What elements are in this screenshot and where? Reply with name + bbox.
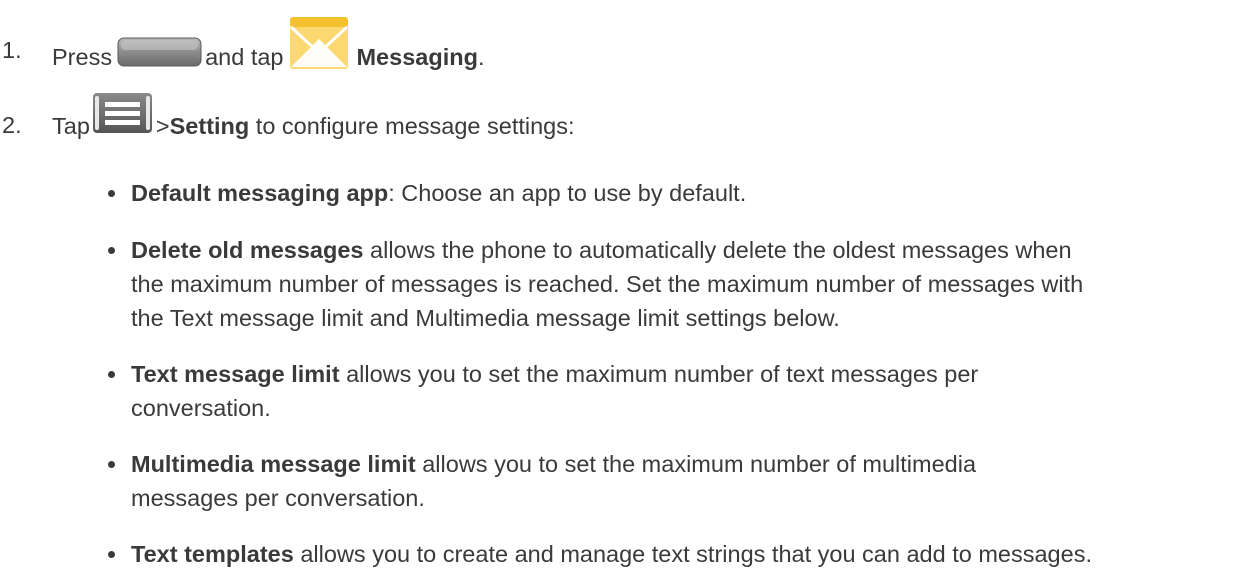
bullet-icon <box>108 190 115 197</box>
setting-item-multimedia-message-limit: Multimedia message limit allows you to s… <box>108 447 1253 515</box>
bullet-icon <box>108 461 115 468</box>
setting-term: Delete old messages <box>131 237 364 263</box>
setting-label: Setting <box>169 112 250 139</box>
setting-line: Default messaging app: Choose an app to … <box>131 176 1253 210</box>
messaging-label: Messaging <box>356 43 478 70</box>
setting-item-delete-old-messages: Delete old messages allows the phone to … <box>108 233 1253 335</box>
setting-line: Delete old messages allows the phone to … <box>131 233 1253 267</box>
setting-term: Multimedia message limit <box>131 451 416 477</box>
setting-item-text-templates: Text templates allows you to create and … <box>108 537 1253 571</box>
setting-line: the maximum number of messages is reache… <box>131 271 1084 297</box>
gt-symbol: > <box>155 112 170 139</box>
bullet-icon <box>108 371 115 378</box>
setting-line: Text message limit allows you to set the… <box>131 357 1253 391</box>
press-label: Press <box>52 43 113 70</box>
menu-key-icon <box>92 92 153 143</box>
and-tap-label: and tap <box>205 43 284 70</box>
bullet-icon <box>108 247 115 254</box>
setting-line: messages per conversation. <box>131 485 425 511</box>
setting-line: Text templates allows you to create and … <box>131 537 1253 571</box>
setting-term: Default messaging app <box>131 180 389 206</box>
setting-term: Text message limit <box>131 361 340 387</box>
setting-body: Multimedia message limit allows you to s… <box>131 447 1253 515</box>
setting-line: Multimedia message limit allows you to s… <box>131 447 1253 481</box>
setting-body: Text templates allows you to create and … <box>131 537 1253 571</box>
period: . <box>477 43 485 70</box>
step-2-rest: to configure message settings: <box>249 112 575 139</box>
setting-line: the Text message limit and Multimedia me… <box>131 305 840 331</box>
messaging-envelope-icon <box>289 13 349 80</box>
step-1-text: Press and tap Messaging . <box>52 17 485 80</box>
setting-term: Text templates <box>131 541 294 567</box>
setting-body: Text message limit allows you to set the… <box>131 357 1253 425</box>
setting-body: Default messaging app: Choose an app to … <box>131 176 1253 210</box>
step-number: 2. <box>2 112 22 138</box>
setting-desc: : Choose an app to use by default. <box>388 180 747 206</box>
home-key-icon <box>117 37 202 76</box>
bullet-icon <box>108 551 115 558</box>
setting-item-text-message-limit: Text message limit allows you to set the… <box>108 357 1253 425</box>
setting-desc: allows you to set the maximum number of … <box>339 361 979 387</box>
step-number: 1. <box>2 37 22 63</box>
setting-body: Delete old messages allows the phone to … <box>131 233 1253 335</box>
setting-desc: allows you to set the maximum number of … <box>415 451 977 477</box>
setting-line: conversation. <box>131 395 271 421</box>
setting-desc: allows the phone to automatically delete… <box>363 237 1072 263</box>
tap-label: Tap <box>52 112 90 139</box>
setting-item-default-messaging-app: Default messaging app: Choose an app to … <box>108 176 1253 210</box>
step-2-text: Tap > Setting to configure message setti… <box>52 93 575 143</box>
setting-desc: allows you to create and manage text str… <box>293 541 1092 567</box>
